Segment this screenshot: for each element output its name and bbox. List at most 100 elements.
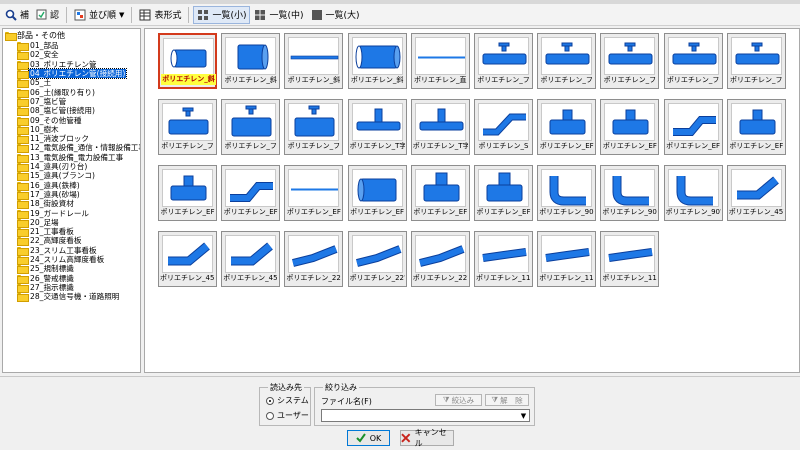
part-tile[interactable]: ポリエチレン_EF (221, 165, 281, 221)
view-small-button[interactable]: 一覧(小) (193, 5, 251, 24)
tree-item-label: 04_ポリエチレン管(接続用) (27, 68, 128, 80)
part-tile[interactable]: ポリエチレン_11° (600, 231, 660, 287)
part-tile[interactable]: ポリエチレン_45° (726, 165, 786, 221)
tree-item[interactable]: 13_電気設備_電力設備工事 (17, 153, 124, 163)
part-tile[interactable]: ポリエチレン_22° (284, 231, 344, 287)
filename-label: ファイル名(F) (321, 397, 372, 406)
search-button[interactable]: 補 (2, 6, 32, 24)
tree-item[interactable]: 17_遠具(砂場) (17, 190, 81, 200)
tree-item-label: 05_土 (30, 78, 52, 88)
refresh-button[interactable]: 認 (33, 6, 62, 24)
part-tile-caption: ポリエチレン_11° (602, 274, 658, 282)
filter-apply-button[interactable]: ⧩ 絞込み (435, 394, 482, 406)
sort-button[interactable]: 並び順 ▼ (71, 6, 127, 24)
pipe-ef-tee-icon (541, 103, 593, 141)
view-table-button[interactable]: 表形式 (136, 6, 184, 24)
part-tile[interactable]: ポリエチレン_斜 (284, 33, 344, 89)
part-tile[interactable]: ポリエチレン_斜 (221, 33, 281, 89)
part-tile[interactable]: ポリエチレン_直 (410, 33, 470, 89)
tree-item[interactable]: 20_足場 (17, 218, 60, 228)
part-tile[interactable]: ポリエチレン_EF (158, 165, 217, 221)
tree-item[interactable]: 22_高輝度看板 (17, 236, 82, 247)
part-tile[interactable]: ポリエチレン_フ (726, 33, 786, 89)
filename-combo[interactable]: ▼ (321, 409, 530, 422)
part-tile[interactable]: ポリエチレン_フ (474, 33, 533, 89)
part-tile[interactable]: ポリエチレン_90° (600, 165, 660, 221)
folder-icon (17, 153, 29, 163)
part-tile[interactable]: ポリエチレン_T字 (347, 99, 407, 155)
chevron-down-icon[interactable]: ▼ (518, 410, 529, 421)
part-tile[interactable]: ポリエチレン_11° (474, 231, 533, 287)
tree-item[interactable]: 24_スリム高輝度看板 (17, 255, 105, 266)
category-tree[interactable]: 部品・その他 01_部品 02_安全 03_ポリエチレン管 04_ポリエチレン管(接続… (2, 28, 141, 373)
cancel-button[interactable]: キャンセル (400, 428, 454, 448)
filter-group: 絞り込み ファイル名(F) ⧩ 絞込み ⧩ 解 除 ▼ (314, 382, 535, 426)
tree-item[interactable]: 14_遠具(刃り台) (17, 162, 88, 173)
part-tile-caption: ポリエチレン_フ (666, 76, 720, 84)
part-tile[interactable]: ポリエチレン_EF (663, 99, 723, 155)
part-tile[interactable]: ポリエチレン_EF (410, 165, 470, 221)
tree-item[interactable]: 15_遠具(ブランコ) (17, 171, 96, 182)
tree-item[interactable]: 04_ポリエチレン管(接続用) (17, 68, 128, 80)
tree-item[interactable]: 10_樹木 (17, 125, 60, 135)
tree-item[interactable]: 11_消波ブロック (17, 134, 90, 145)
part-tile[interactable]: ポリエチレン_S (474, 99, 533, 155)
part-tile[interactable]: ポリエチレン_フ (158, 99, 217, 155)
tree-item[interactable]: 08_塩ビ管(接続用) (17, 106, 96, 117)
part-tile[interactable]: ポリエチレン_EF (726, 99, 786, 155)
view-large-button[interactable]: 一覧(大) (308, 6, 363, 24)
tree-root[interactable]: 部品・その他 (5, 31, 65, 42)
part-tile[interactable]: ポリエチレン_EF (474, 165, 533, 221)
tree-item[interactable]: 19_ガードレール (17, 208, 90, 219)
tree-item-label: 11_消波ブロック (30, 134, 90, 144)
tree-item[interactable]: 21_工事看板 (17, 227, 75, 238)
pipe-elbow-90-icon (541, 169, 593, 207)
tree-item[interactable]: 26_警戒標識 (17, 274, 75, 284)
tree-item[interactable]: 18_街設資材 (17, 199, 75, 210)
tree-item[interactable]: 28_交通信号機・道路照明 (17, 292, 120, 303)
part-tile[interactable]: ポリエチレン_フ (600, 33, 660, 89)
part-tile[interactable]: ポリエチレン_EF (347, 165, 407, 221)
tree-item[interactable]: 27_指示標識 (17, 283, 75, 293)
radio-system[interactable]: システム (266, 395, 309, 406)
pipe-reducer-tee-icon (414, 169, 466, 207)
tree-item[interactable]: 23_スリム工事看板 (17, 246, 98, 256)
grid-small-icon (198, 9, 209, 20)
part-tile[interactable]: ポリエチレン_フ (221, 99, 281, 155)
part-tile[interactable]: ポリエチレン_斜 (158, 33, 217, 89)
part-tile[interactable]: ポリエチレン_90° (663, 165, 723, 221)
radio-user[interactable]: ユーザー (266, 410, 309, 421)
tree-item[interactable]: 25_規制標識 (17, 264, 75, 275)
part-tile[interactable]: ポリエチレン_22° (347, 231, 407, 287)
filter-clear-button[interactable]: ⧩ 解 除 (485, 394, 529, 406)
part-tile[interactable]: ポリエチレン_EF (284, 165, 344, 221)
tree-item[interactable]: 05_土 (17, 78, 52, 89)
tree-item[interactable]: 01_部品 (17, 41, 60, 52)
tree-item[interactable]: 07_塩ビ管 (17, 97, 67, 107)
tree-item[interactable]: 09_その他管種 (17, 115, 82, 126)
part-tile-caption: ポリエチレン_S (478, 142, 529, 150)
part-tile[interactable]: ポリエチレン_フ (663, 33, 723, 89)
part-tile[interactable]: ポリエチレン_T字 (410, 99, 470, 155)
part-tile[interactable]: ポリエチレン_フ (284, 99, 344, 155)
part-tile[interactable]: ポリエチレン_11° (537, 231, 597, 287)
part-tile[interactable]: ポリエチレン_90° (537, 165, 597, 221)
part-tile[interactable]: ポリエチレン_45° (221, 231, 281, 287)
view-medium-button[interactable]: 一覧(中) (251, 6, 306, 24)
folder-icon (17, 293, 29, 303)
ok-button[interactable]: OK (347, 430, 390, 446)
part-tile[interactable]: ポリエチレン_22° (410, 231, 470, 287)
part-tile[interactable]: ポリエチレン_EF (537, 99, 597, 155)
tree-item[interactable]: 12_電気設備_通信・情報設備工事 (17, 143, 140, 154)
part-tile[interactable]: ポリエチレン_EF (600, 99, 660, 155)
pipe-elbow-90-icon (604, 169, 656, 207)
pipe-elbow-90-icon (667, 169, 719, 207)
tree-item[interactable]: 02_安全 (17, 50, 60, 61)
tree-item[interactable]: 03_ポリエチレン管 (17, 60, 98, 70)
tree-item[interactable]: 06_土(縁取り有り) (17, 88, 96, 98)
part-tile[interactable]: ポリエチレン_斜 (347, 33, 407, 89)
tree-item[interactable]: 16_遠具(鉄棒) (17, 181, 81, 191)
folder-icon (17, 144, 29, 154)
part-tile[interactable]: ポリエチレン_フ (537, 33, 597, 89)
part-tile[interactable]: ポリエチレン_45° (158, 231, 217, 287)
